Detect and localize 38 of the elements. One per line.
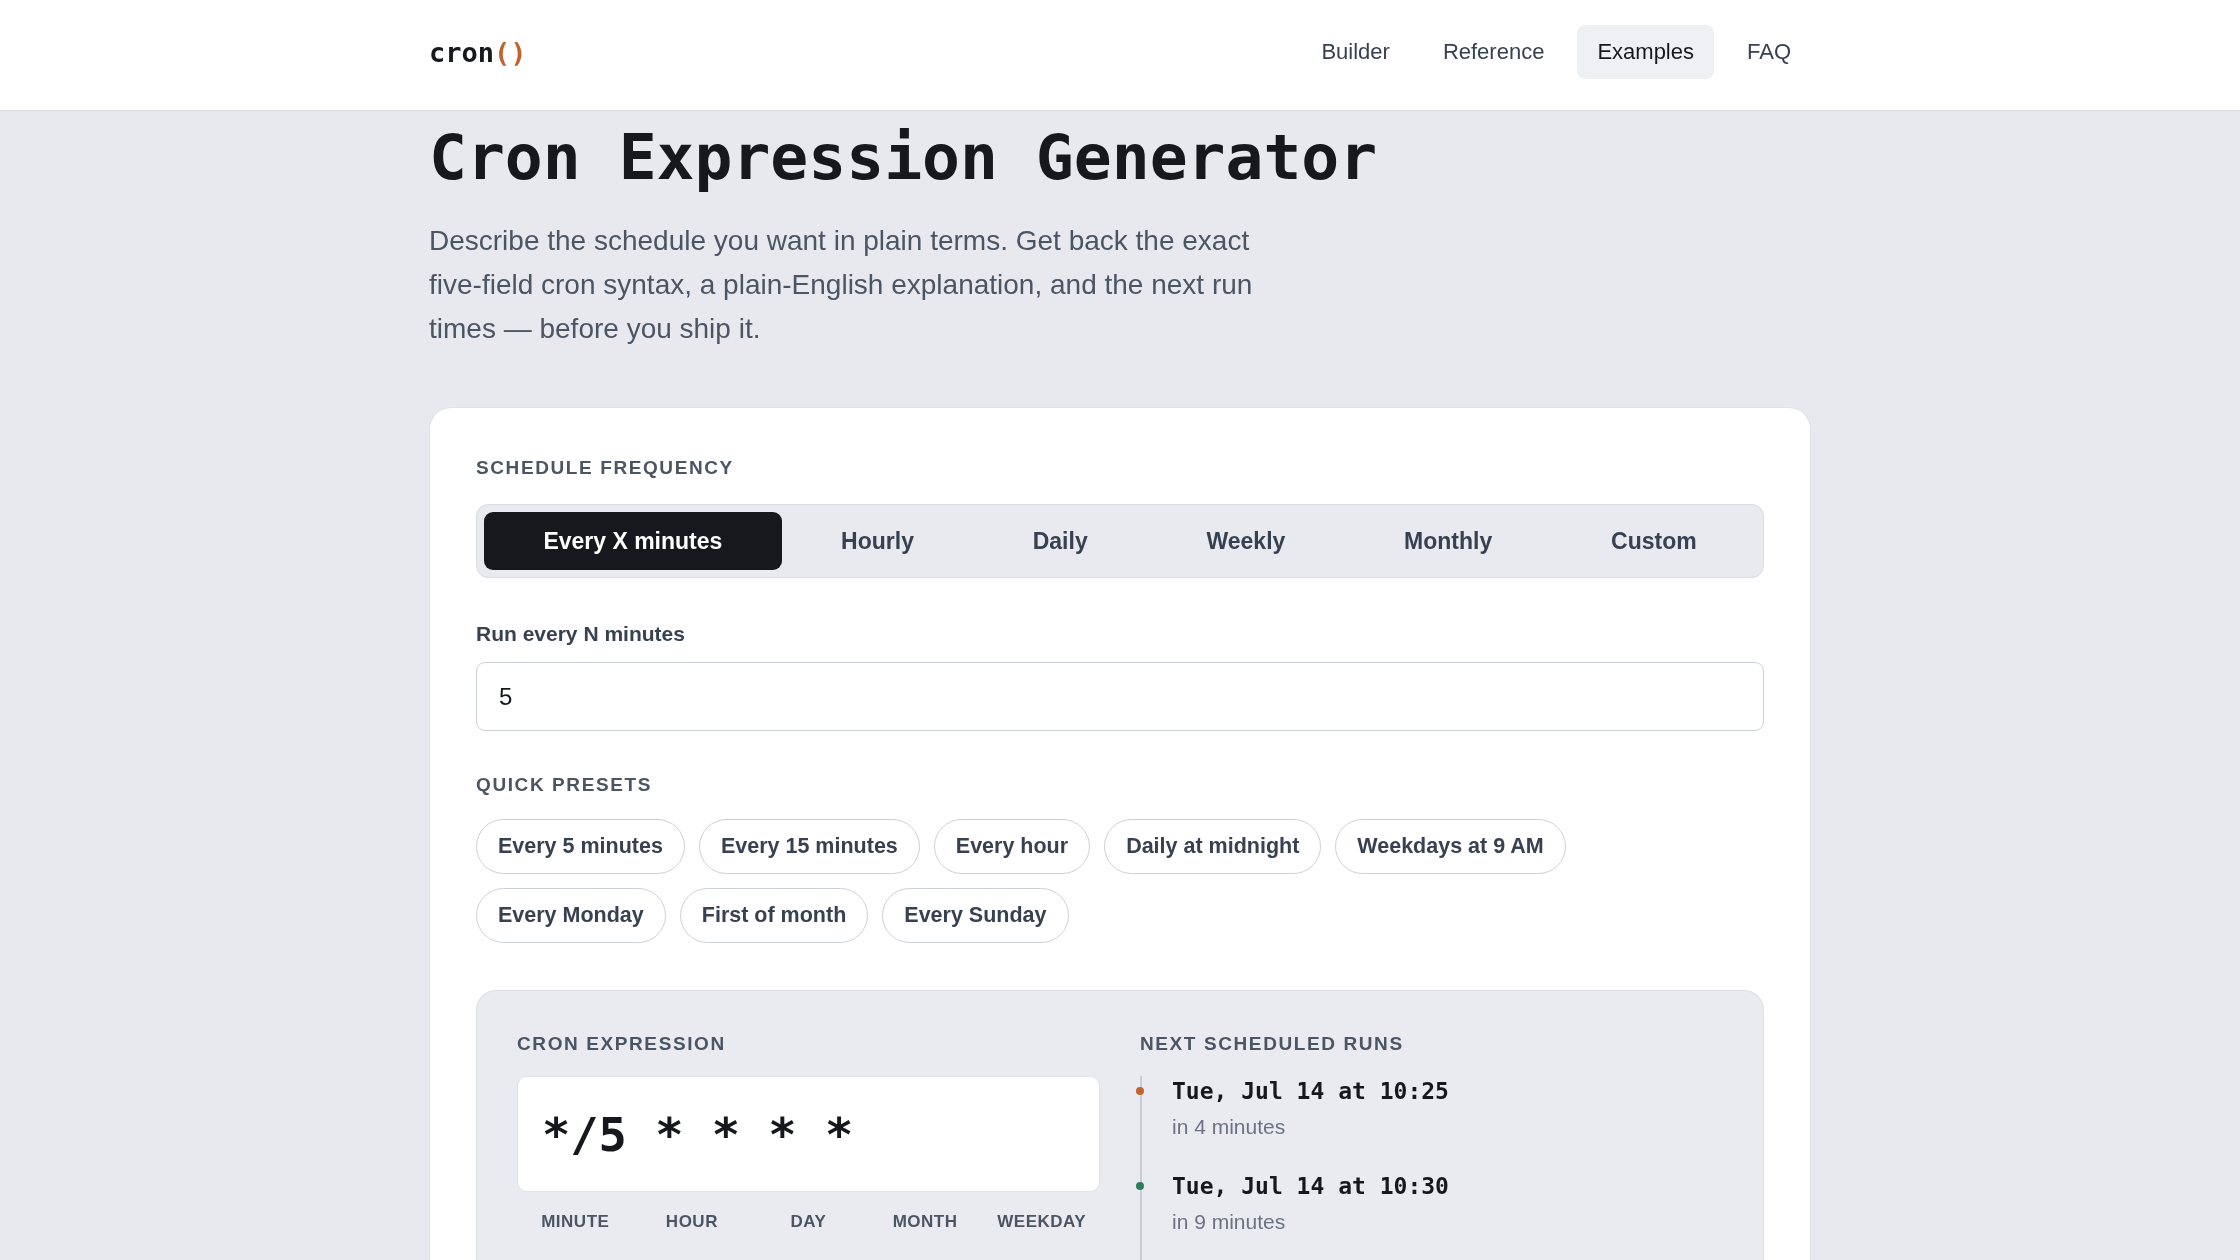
field-name: WEEKDAY bbox=[997, 1211, 1087, 1233]
nav-link[interactable]: FAQ bbox=[1727, 25, 1811, 79]
preset-chip[interactable]: Weekdays at 9 AM bbox=[1335, 819, 1566, 874]
preset-chip[interactable]: Every Monday bbox=[476, 888, 666, 943]
run-time: Tue, Jul 14 at 10:25 bbox=[1172, 1077, 1449, 1106]
logo-brackets: () bbox=[494, 36, 527, 68]
frequency-tab[interactable]: Every X minutes bbox=[484, 512, 782, 570]
section-label: SCHEDULE FREQUENCY bbox=[476, 456, 734, 480]
frequency-tab[interactable]: Monthly bbox=[1344, 512, 1552, 570]
field-name: DAY bbox=[790, 1211, 827, 1233]
nav-link[interactable]: Examples bbox=[1577, 25, 1714, 79]
preset-chip[interactable]: Every hour bbox=[933, 819, 1091, 874]
page-description: Describe the schedule you want in plain terms. Get back the exact five-field cron syntax, a plain-English explanation, and the next run times — before you ship it. bbox=[429, 224, 1254, 346]
run-time: Tue, Jul 14 at 10:30 bbox=[1172, 1172, 1449, 1201]
frequency-tab[interactable]: Hourly bbox=[781, 512, 974, 570]
field-name: MONTH bbox=[892, 1211, 958, 1233]
preset-chip[interactable]: Every 5 minutes bbox=[476, 819, 685, 874]
interval-input[interactable]: 5 bbox=[476, 662, 1764, 731]
preset-chip[interactable]: Every Sunday bbox=[882, 888, 1069, 943]
frequency-tab[interactable]: Weekly bbox=[1147, 512, 1345, 570]
frequency-tab[interactable]: Daily bbox=[973, 512, 1148, 570]
cron-expression: */5 * * * * bbox=[517, 1076, 1100, 1192]
field-name: MINUTE bbox=[541, 1211, 610, 1233]
preset-chip[interactable]: First of month bbox=[679, 888, 869, 943]
field-label: Run every N minutes bbox=[476, 621, 685, 647]
frequency-tab[interactable]: Custom bbox=[1551, 512, 1757, 570]
nav-link[interactable]: Reference bbox=[1422, 25, 1565, 79]
run-relative-time: in 9 minutes bbox=[1172, 1209, 1286, 1235]
section-label: CRON EXPRESSION bbox=[517, 1032, 726, 1056]
preset-chip[interactable]: Daily at midnight bbox=[1104, 819, 1322, 874]
section-label: NEXT SCHEDULED RUNS bbox=[1140, 1032, 1404, 1056]
logo-text: cron bbox=[429, 36, 495, 68]
nav-link[interactable]: Builder bbox=[1301, 25, 1410, 79]
field-name: HOUR bbox=[665, 1211, 718, 1233]
preset-chip[interactable]: Every 15 minutes bbox=[698, 819, 920, 874]
section-label: QUICK PRESETS bbox=[476, 773, 652, 797]
run-relative-time: in 4 minutes bbox=[1172, 1114, 1286, 1140]
page-title: Cron Expression Generator bbox=[429, 123, 1378, 193]
